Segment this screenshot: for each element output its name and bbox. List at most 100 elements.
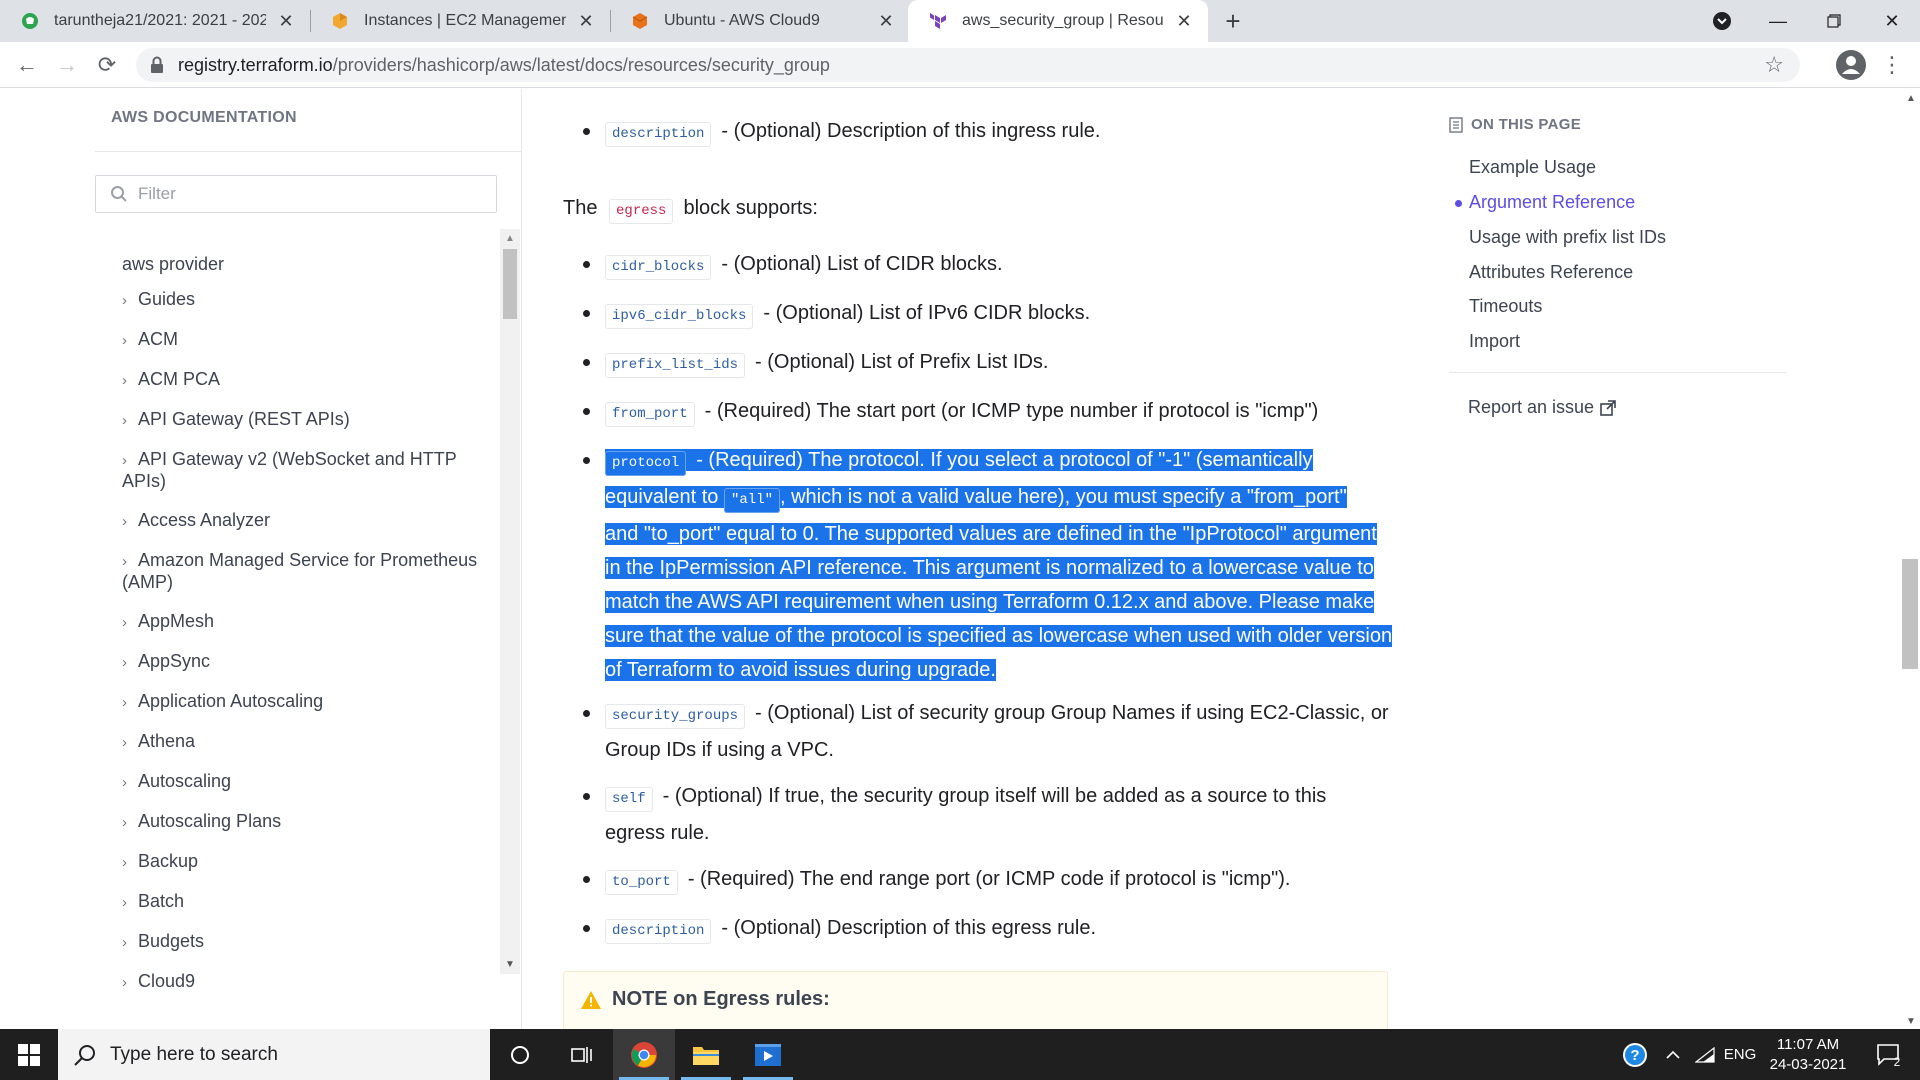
sidebar-item-access-analyzer[interactable]: › Access Analyzer bbox=[122, 510, 482, 532]
document-list-icon bbox=[1449, 116, 1463, 133]
url-host: registry.terraform.io bbox=[178, 54, 333, 75]
tab-github[interactable]: taruntheja21/2021: 2021 - 2021 - ✕ bbox=[0, 0, 310, 42]
chevron-right-icon: › bbox=[122, 332, 127, 349]
wifi-icon[interactable] bbox=[1690, 1029, 1720, 1080]
code-token: description bbox=[605, 919, 712, 944]
search-icon bbox=[111, 186, 127, 202]
report-issue-link[interactable]: Report an issue bbox=[1468, 397, 1616, 418]
file-explorer-icon[interactable] bbox=[675, 1029, 737, 1080]
divider bbox=[1449, 372, 1786, 373]
toc-item-example-usage[interactable]: Example Usage bbox=[1469, 157, 1596, 178]
tab-close-icon[interactable]: ✕ bbox=[574, 9, 598, 33]
sidebar-item-budgets[interactable]: › Budgets bbox=[122, 931, 482, 953]
taskbar-search-placeholder: Type here to search bbox=[110, 1043, 278, 1065]
reload-button[interactable]: ⟳ bbox=[92, 50, 122, 80]
tab-search-icon[interactable] bbox=[1694, 0, 1750, 42]
sidebar-item-athena[interactable]: › Athena bbox=[122, 731, 482, 753]
scroll-up-arrow-icon[interactable]: ▲ bbox=[1906, 93, 1916, 104]
windows-taskbar: Type here to search ? ENG 11:07 AM 24-03… bbox=[0, 1029, 1920, 1080]
toc-item-attributes[interactable]: Attributes Reference bbox=[1469, 262, 1633, 283]
chevron-right-icon: › bbox=[122, 774, 127, 791]
code-token: security_groups bbox=[605, 704, 746, 729]
minimize-button[interactable]: — bbox=[1750, 0, 1806, 42]
back-button[interactable]: ← bbox=[12, 50, 42, 80]
sidebar-scrollbar[interactable]: ▲ ▼ bbox=[500, 229, 520, 974]
toc-item-import[interactable]: Import bbox=[1469, 331, 1520, 352]
maximize-button[interactable] bbox=[1806, 0, 1862, 42]
sidebar-item-amp[interactable]: › Amazon Managed Service for Prometheus (… bbox=[122, 550, 482, 593]
tab-close-icon[interactable]: ✕ bbox=[274, 9, 298, 33]
code-token: cidr_blocks bbox=[605, 255, 712, 280]
sidebar-item-api-gateway-v2[interactable]: › API Gateway v2 (WebSocket and HTTP APIs… bbox=[122, 449, 482, 492]
aws-ec2-icon bbox=[330, 11, 350, 31]
list-item: description - (Optional) Description of t… bbox=[583, 911, 1395, 948]
filter-input[interactable] bbox=[138, 184, 488, 204]
chrome-taskbar-icon[interactable] bbox=[613, 1029, 675, 1080]
windows-logo-icon bbox=[18, 1043, 40, 1066]
sidebar-item-autoscaling[interactable]: › Autoscaling bbox=[122, 771, 482, 793]
profile-avatar[interactable] bbox=[1836, 50, 1866, 80]
chevron-up-icon[interactable] bbox=[1658, 1029, 1688, 1080]
taskbar-search-box[interactable]: Type here to search bbox=[58, 1029, 490, 1080]
sidebar-nav: aws provider › Guides › ACM › ACM PCA › API … bbox=[122, 254, 482, 1011]
page-scrollbar[interactable]: ▲ ▼ bbox=[1900, 89, 1920, 1029]
sidebar-item-acm-pca[interactable]: › ACM PCA bbox=[122, 369, 482, 391]
sidebar-item-appsync[interactable]: › AppSync bbox=[122, 651, 482, 673]
chevron-right-icon: › bbox=[122, 513, 127, 530]
toc-item-timeouts[interactable]: Timeouts bbox=[1469, 296, 1542, 317]
code-token: egress bbox=[609, 199, 674, 224]
page-scroll-thumb[interactable] bbox=[1902, 559, 1918, 669]
chevron-right-icon: › bbox=[122, 452, 127, 469]
media-player-icon[interactable] bbox=[737, 1029, 799, 1080]
chevron-right-icon: › bbox=[122, 614, 127, 631]
code-token: ipv6_cidr_blocks bbox=[605, 304, 754, 329]
code-token: protocol bbox=[605, 451, 687, 476]
sidebar-item-application-autoscaling[interactable]: › Application Autoscaling bbox=[122, 691, 482, 713]
sidebar-item-backup[interactable]: › Backup bbox=[122, 851, 482, 873]
sidebar-item-guides[interactable]: › Guides bbox=[122, 289, 482, 311]
sidebar-item-cloud9[interactable]: › Cloud9 bbox=[122, 971, 482, 993]
more-menu-icon[interactable]: ⋮ bbox=[1881, 50, 1903, 80]
sidebar-item-autoscaling-plans[interactable]: › Autoscaling Plans bbox=[122, 811, 482, 833]
url-path: /providers/hashicorp/aws/latest/docs/res… bbox=[332, 54, 830, 75]
cortana-icon[interactable] bbox=[489, 1029, 551, 1080]
sidebar-root-link[interactable]: aws provider bbox=[122, 254, 482, 275]
egress-intro: The egress block supports: bbox=[563, 191, 818, 228]
windows-start-button[interactable] bbox=[0, 1029, 58, 1080]
new-tab-button[interactable]: + bbox=[1218, 6, 1248, 36]
bookmark-star-icon[interactable]: ☆ bbox=[1764, 52, 1784, 78]
tab-close-icon[interactable]: ✕ bbox=[1172, 9, 1196, 33]
notification-center-icon[interactable]: 2 bbox=[1866, 1029, 1910, 1080]
address-bar[interactable]: registry.terraform.io/providers/hashicor… bbox=[136, 48, 1800, 82]
tab-terraform[interactable]: aws_security_group | Resources | ✕ bbox=[908, 0, 1208, 42]
task-view-icon[interactable] bbox=[551, 1029, 613, 1080]
filter-field[interactable] bbox=[95, 175, 497, 213]
list-item: from_port - (Required) The start port (or… bbox=[583, 394, 1395, 431]
chevron-right-icon: › bbox=[122, 854, 127, 871]
toc-item-argument-reference[interactable]: Argument Reference bbox=[1469, 192, 1635, 213]
system-clock[interactable]: 11:07 AM 24-03-2021 bbox=[1758, 1035, 1858, 1075]
toc-item-prefix-list[interactable]: Usage with prefix list IDs bbox=[1469, 227, 1666, 248]
warning-icon bbox=[581, 991, 601, 1009]
sidebar-item-acm[interactable]: › ACM bbox=[122, 329, 482, 351]
sidebar-item-batch[interactable]: › Batch bbox=[122, 891, 482, 913]
scroll-down-arrow-icon[interactable]: ▼ bbox=[505, 959, 515, 970]
sidebar-item-api-gateway[interactable]: › API Gateway (REST APIs) bbox=[122, 409, 482, 431]
tab-strip: taruntheja21/2021: 2021 - 2021 - ✕ Insta… bbox=[0, 0, 1920, 42]
tab-cloud9[interactable]: Ubuntu - AWS Cloud9 ✕ bbox=[610, 0, 910, 42]
scroll-down-arrow-icon[interactable]: ▼ bbox=[1906, 1016, 1916, 1027]
help-icon[interactable]: ? bbox=[1616, 1029, 1654, 1080]
docs-sidebar: AWS DOCUMENTATION aws provider ›Guides ›… bbox=[0, 89, 522, 1029]
tab-close-icon[interactable]: ✕ bbox=[874, 9, 898, 33]
language-indicator[interactable]: ENG bbox=[1718, 1029, 1762, 1080]
forward-button[interactable]: → bbox=[52, 50, 82, 80]
sidebar-item-appmesh[interactable]: › AppMesh bbox=[122, 611, 482, 633]
sidebar-scroll-thumb[interactable] bbox=[503, 249, 517, 319]
scroll-up-arrow-icon[interactable]: ▲ bbox=[505, 233, 515, 244]
close-window-button[interactable]: ✕ bbox=[1864, 0, 1920, 42]
code-token: description bbox=[605, 122, 712, 147]
code-token: to_port bbox=[605, 870, 678, 895]
chevron-right-icon: › bbox=[122, 694, 127, 711]
tab-ec2[interactable]: Instances | EC2 Management Cor ✕ bbox=[310, 0, 610, 42]
toc-heading: ON THIS PAGE bbox=[1449, 116, 1581, 133]
